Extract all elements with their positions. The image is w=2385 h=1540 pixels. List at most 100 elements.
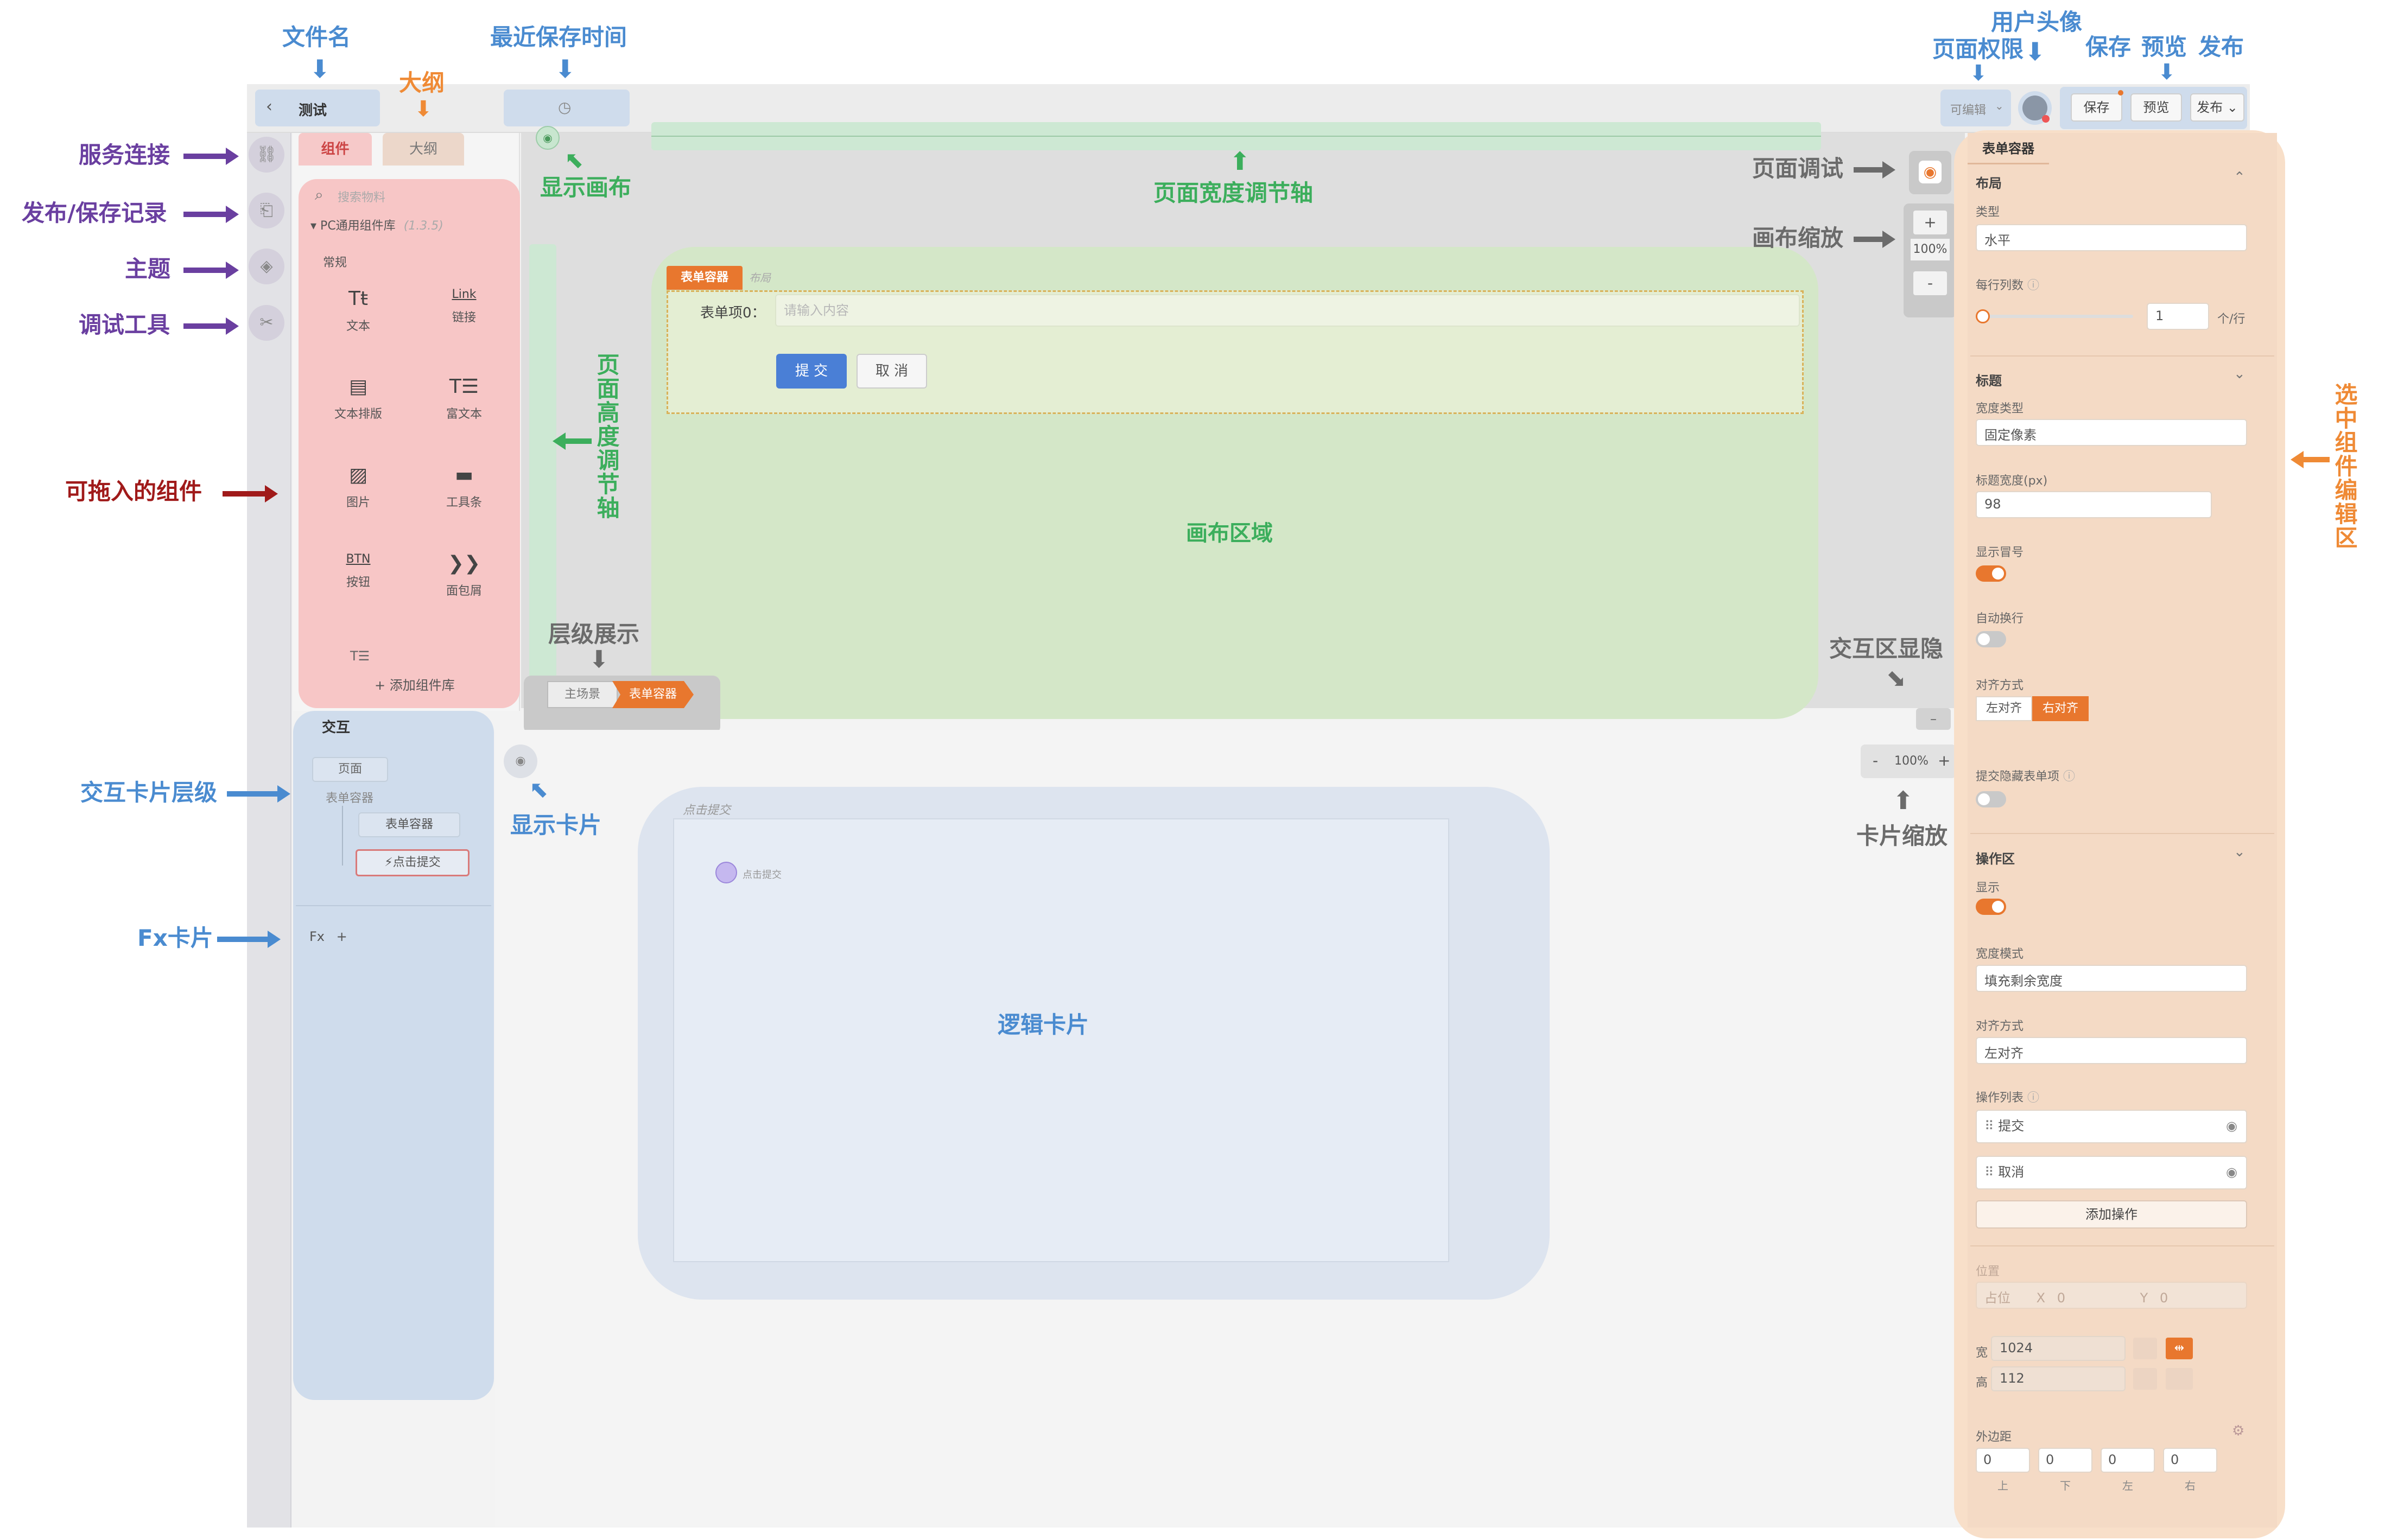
chevron-up-icon[interactable]: ⌃ [2234,169,2246,186]
tree-click-submit-item[interactable]: ⚡点击提交 [356,849,470,876]
component-label: 文本排版 [334,408,382,421]
cols-slider-handle[interactable] [1976,309,1990,323]
card-zoom-in-button[interactable]: + [1938,752,1950,769]
card-zoom-out-button[interactable]: - [1873,752,1878,769]
annotation-page-width: 页面宽度调节轴 [1153,180,1314,206]
component-item[interactable]: ❯❯ 面包屑 [423,552,505,599]
right-arrow-icon [227,785,290,803]
down-arrow-icon: ⬇ [1969,61,1988,86]
eye-icon[interactable]: ◉ [2226,1115,2237,1137]
tree-page-item[interactable]: 页面 [312,757,388,782]
chevron-down-icon[interactable]: ⌄ [2234,844,2246,860]
auto-wrap-toggle[interactable] [1976,631,2006,647]
show-canvas-toggle[interactable]: ◉ [536,126,560,150]
align-left-option[interactable]: 左对齐 [1976,696,2032,721]
breadcrumb-current[interactable]: 表单容器 [612,681,694,708]
show-colon-toggle[interactable] [1976,565,2006,582]
type-select[interactable]: 水平 [1976,224,2247,251]
form-input-placeholder: 请输入内容 [784,303,849,318]
fit-width-icon[interactable]: ⇹ [2166,1338,2193,1359]
file-name[interactable]: 测试 [299,99,327,119]
drag-handle-icon[interactable]: ⠿ [1984,1164,1998,1180]
chevron-down-icon[interactable]: ⌄ [2234,366,2246,382]
action-align-select[interactable]: 左对齐 [1976,1037,2247,1064]
cols-slider-track[interactable] [1981,315,2133,318]
title-width-input[interactable]: 98 [1976,491,2212,518]
right-arrow-icon [1854,161,1895,179]
width-input[interactable]: 1024 [1991,1336,2126,1361]
component-item[interactable]: Tŧ 文本 [318,288,399,334]
logic-card[interactable] [673,818,1449,1262]
theme-icon[interactable]: ◈ [249,249,284,284]
library-header[interactable]: ▾ PC通用组件库 (1.3.5) [310,216,443,233]
component-icon: BTN [346,552,371,566]
hide-on-submit-toggle[interactable] [1976,791,2006,807]
add-library-button[interactable]: + 添加组件库 [375,674,455,693]
margin-input[interactable]: 0 [2101,1448,2155,1473]
width-mode-select[interactable]: 填充剩余宽度 [1976,965,2247,992]
breadcrumb-root[interactable]: 主场景 [547,681,618,708]
zoom-in-button[interactable]: + [1913,211,1947,234]
height-lock-button[interactable] [2133,1368,2157,1390]
fit-height-icon[interactable] [2166,1368,2193,1390]
cols-input[interactable]: 1 [2147,303,2209,330]
chevron-down-icon: ⌄ [1995,99,2004,112]
preview-button[interactable]: 预览 [2130,93,2182,122]
margin-input[interactable]: 0 [2038,1448,2092,1473]
settings-gear-icon[interactable]: ⚙ [2232,1423,2244,1439]
service-connect-icon[interactable]: ⛓ [249,137,284,173]
form-container-tag[interactable]: 表单容器 [667,266,743,290]
logic-node-dot[interactable] [715,862,737,883]
height-input[interactable]: 112 [1991,1366,2126,1391]
drag-handle-icon[interactable]: ⠿ [1984,1118,1998,1134]
file-name-box[interactable]: ‹ 测试 [255,90,380,126]
publish-button[interactable]: 发布 ⌄ [2190,93,2244,122]
eye-icon[interactable]: ◉ [2226,1161,2237,1183]
back-chevron-icon[interactable]: ‹ [266,97,272,116]
margin-input[interactable]: 0 [2163,1448,2217,1473]
annotation-user-avatar: 用户头像 [1991,9,2083,35]
up-left-arrow-icon: ⬉ [564,147,584,173]
user-avatar[interactable] [2018,91,2052,125]
tab-outline[interactable]: 大纲 [383,133,464,166]
action-item[interactable]: ⠿ 取消 ◉ [1976,1156,2247,1189]
component-item[interactable]: T☰ 富文本 [423,376,505,422]
align-label: 对齐方式 [1976,679,2024,692]
page-debug-button[interactable]: ◉ [1909,151,1951,194]
interaction-toggle-button[interactable]: – [1916,708,1951,730]
form-item-input[interactable]: 请输入内容 [775,294,1800,327]
component-item[interactable]: ▬ 工具条 [423,464,505,510]
tab-components[interactable]: 组件 [299,133,372,166]
action-show-toggle[interactable] [1976,899,2006,915]
publish-record-icon[interactable]: ⎗ [249,193,284,228]
submit-button[interactable]: 提 交 [776,354,847,389]
library-version: (1.3.5) [403,219,443,233]
component-item[interactable]: ▨ 图片 [318,464,399,510]
debug-tools-icon[interactable]: ✂ [249,305,284,341]
show-card-toggle[interactable]: ◉ [504,744,537,778]
right-arrow-icon [1854,231,1895,248]
component-item[interactable]: ▤ 文本排版 [318,376,399,422]
fx-add-button[interactable]: + [337,929,347,944]
search-materials-input[interactable]: ⌕ 搜索物料 [315,183,510,207]
action-item[interactable]: ⠿ 提交 ◉ [1976,1110,2247,1143]
fx-row[interactable]: Fx + [309,929,347,944]
margin-input[interactable]: 0 [1976,1448,2030,1473]
position-label: 位置 [1976,1265,2000,1278]
add-action-button[interactable]: 添加操作 [1976,1200,2247,1229]
width-lock-button[interactable] [2133,1338,2157,1359]
permission-select[interactable]: 可编辑 ⌄ [1940,90,2011,126]
component-item[interactable]: Link 链接 [423,288,505,325]
save-button[interactable]: 保存 [2071,93,2122,122]
editor-tab[interactable]: 表单容器 [1968,133,2049,164]
tree-form-container-item[interactable]: 表单容器 [358,812,460,837]
zoom-out-button[interactable]: - [1913,271,1947,295]
height-value: 112 [2000,1371,2025,1386]
height-label: 高 [1976,1376,1988,1390]
title-section-title: 标题 [1976,373,2002,389]
cancel-button[interactable]: 取 消 [857,354,927,389]
width-type-select[interactable]: 固定像素 [1976,419,2247,446]
align-right-option[interactable]: 右对齐 [2032,696,2089,721]
component-label: 工具条 [446,496,482,510]
component-item[interactable]: BTN 按钮 [318,552,399,590]
